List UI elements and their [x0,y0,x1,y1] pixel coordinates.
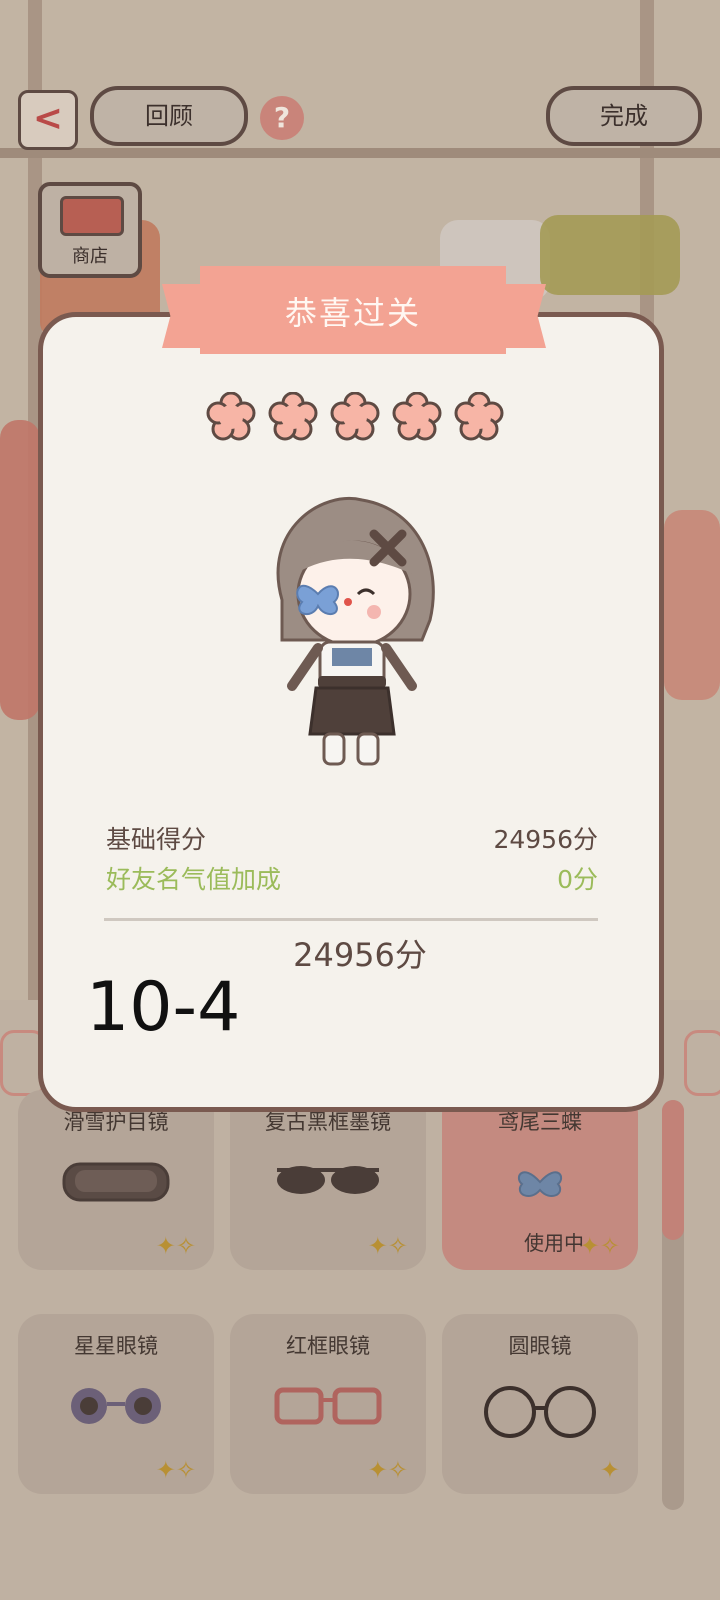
star-filled-icon [268,392,318,441]
sparkle-icon: ✦✧ [579,1232,620,1260]
sparkle-icon: ✦✧ [367,1232,408,1260]
sparkle-icon: ✦ [599,1456,620,1484]
sparkle-icon: ✦✧ [367,1456,408,1484]
red-glasses-icon [230,1384,426,1432]
level-number: 10-4 [86,968,241,1047]
item-card[interactable]: 滑雪护目镜 ✦✧ [18,1090,214,1270]
star-filled-icon [206,392,256,441]
flower-glasses-icon [18,1384,214,1432]
ski-goggles-icon [18,1160,214,1208]
title-ribbon: 恭喜过关 [162,266,546,358]
back-button[interactable]: < [18,90,78,150]
round-glasses-icon [442,1384,638,1444]
done-label: 完成 [600,102,648,130]
item-card[interactable]: 红框眼镜 ✦✧ [230,1314,426,1494]
character-avatar [262,490,442,780]
black-sunglasses-icon [230,1160,426,1208]
star-filled-icon [454,392,504,441]
in-use-label: 使用中 [524,1231,584,1255]
bonus-label: 好友名气值加成 [106,865,282,894]
sparkle-icon: ✦✧ [155,1456,196,1484]
help-glyph: ? [273,101,291,134]
item-card[interactable]: 复古黑框墨镜 ✦✧ [230,1090,426,1270]
item-card-selected[interactable]: 鸢尾三蝶 使用中 ✦✧ [442,1090,638,1270]
shop-button[interactable]: 商店 [38,182,142,278]
bonus-value: 0分 [557,865,598,894]
star-filled-icon [330,392,380,441]
shop-icon [60,196,124,236]
dialog-title: 恭喜过关 [284,294,421,332]
sparkle-icon: ✦✧ [155,1232,196,1260]
help-icon[interactable]: ? [260,96,304,140]
star-filled-icon [392,392,442,441]
top-bar: < 回顾 ? 完成 [0,86,720,156]
item-label: 星星眼镜 [74,1334,158,1358]
base-score-value: 24956分 [493,825,598,854]
item-card[interactable]: 圆眼镜 ✦ [442,1314,638,1494]
item-card[interactable]: 星星眼镜 ✦✧ [18,1314,214,1494]
hanging-clothes [664,510,720,700]
item-label: 红框眼镜 [286,1334,370,1358]
back-arrow-icon: < [32,98,64,139]
shop-label: 商店 [72,246,108,267]
hanging-clothes [540,215,680,295]
blue-flower-icon [442,1160,638,1208]
done-button[interactable]: 完成 [546,86,702,146]
hanging-clothes [0,420,40,720]
bonus-row: 好友名气值加成 0分 [106,860,598,896]
review-label: 回顾 [145,102,193,130]
item-label: 圆眼镜 [508,1334,572,1358]
base-score-label: 基础得分 [106,825,207,854]
base-score-row: 基础得分 24956分 [106,820,598,856]
category-tab[interactable] [684,1030,720,1096]
score-divider [104,918,598,921]
review-button[interactable]: 回顾 [90,86,248,146]
item-scrollbar-thumb[interactable] [662,1100,684,1240]
star-rating [206,392,506,452]
